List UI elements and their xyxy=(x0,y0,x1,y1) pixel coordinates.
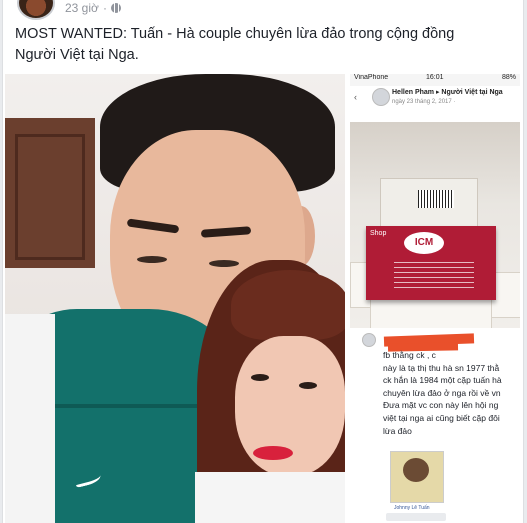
product-boxes-photo: Shop ICM xyxy=(350,122,520,328)
carrier-name: VinaPhone xyxy=(354,74,389,81)
door-background xyxy=(5,118,95,268)
profile-name: Johnny Lê Tuấn xyxy=(394,505,430,511)
profile-cover xyxy=(390,451,444,503)
phone-status-bar: VinaPhone 16:01 88% xyxy=(350,74,520,86)
barcode xyxy=(418,190,454,208)
poster-avatar xyxy=(372,88,390,106)
woman-bangs xyxy=(231,270,345,340)
author-avatar[interactable] xyxy=(17,0,55,20)
shop-label: Shop xyxy=(370,230,387,237)
globe-icon[interactable] xyxy=(111,3,121,13)
woman-lips xyxy=(253,446,293,460)
shirt-sleeve xyxy=(5,314,55,523)
back-arrow-icon: ‹ xyxy=(354,92,357,102)
icm-shop-box: Shop ICM xyxy=(366,226,496,300)
icm-logo: ICM xyxy=(404,232,444,254)
woman-top xyxy=(195,472,345,523)
woman-eye-left xyxy=(251,374,269,381)
facebook-post: 23 giờ · MOST WANTED: Tuấn - Hà couple c… xyxy=(2,0,524,523)
post-timestamp[interactable]: 23 giờ xyxy=(65,1,99,15)
battery-level: 88% xyxy=(501,74,516,81)
couple-photo[interactable] xyxy=(5,74,345,523)
poster-name: Hellen Pham ▸ Người Việt tại Nga xyxy=(392,89,503,96)
poster-date: ngày 23 tháng 2, 2017 · xyxy=(392,99,456,105)
phone-screenshot-photo[interactable]: VinaPhone 16:01 88% ‹ Hellen Pham ▸ Ngườ… xyxy=(350,74,520,328)
post-header: 23 giờ · xyxy=(3,0,523,20)
post-text: MOST WANTED: Tuấn - Hà couple chuyên lừa… xyxy=(15,26,455,63)
man-eye-left xyxy=(137,256,167,263)
profile-action-button xyxy=(386,513,446,521)
commenter-avatar xyxy=(362,333,376,347)
man-eye-right xyxy=(209,260,239,267)
comment-text: fb thằng ck , c này là tạ thị thu hà sn … xyxy=(383,350,502,436)
profile-picture xyxy=(403,458,429,482)
woman-eye-right xyxy=(299,382,317,389)
box-text-lines xyxy=(394,262,474,292)
comment-screenshot-photo[interactable]: fb thằng ck , c này là tạ thị thu hà sn … xyxy=(350,329,520,523)
separator: · xyxy=(103,1,107,15)
status-clock: 16:01 xyxy=(426,74,444,81)
